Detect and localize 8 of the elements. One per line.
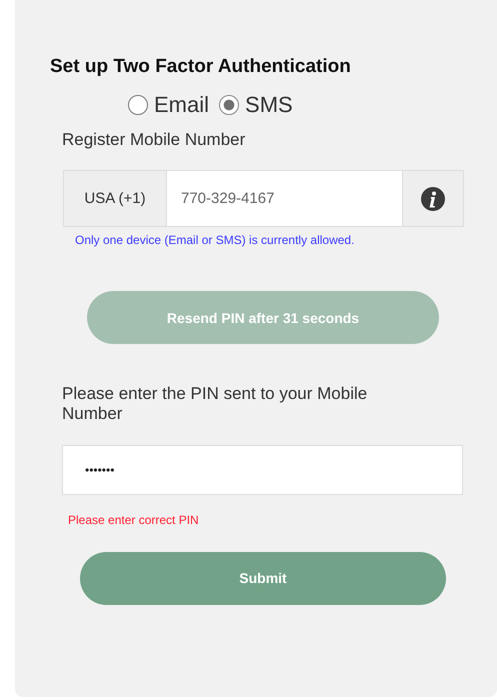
method-radio[interactable]: SMS — [219, 92, 293, 118]
method-radio[interactable]: Email — [128, 92, 210, 118]
form-title: Set up Two Factor Authentication — [50, 56, 352, 78]
pin-field[interactable]: ••••••• — [62, 444, 463, 495]
helper-text: Only one device (Email or SMS) is currently allowed. — [75, 233, 356, 247]
field-label: Register Mobile Number — [62, 130, 246, 150]
field-label: Please enter the PIN sent to your Mobile Number — [62, 384, 368, 425]
error-text: Please enter correct PIN — [68, 512, 200, 527]
